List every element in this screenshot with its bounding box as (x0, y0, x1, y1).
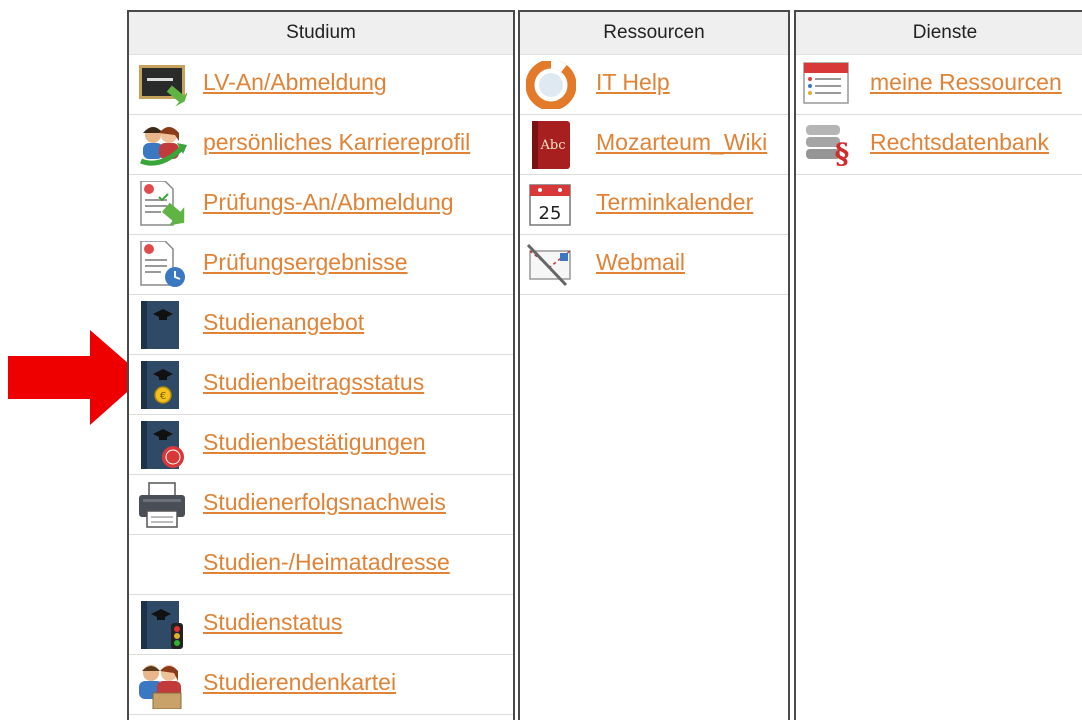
lv-registration-icon (139, 65, 187, 107)
list-item: Studienerfolgsnachweis (129, 475, 513, 535)
dienste-header: Dienste (796, 12, 1082, 55)
list-item: Prüfungsergebnisse (129, 235, 513, 295)
link-studienstatus[interactable]: Studienstatus (203, 609, 342, 636)
dictionary-book-icon: Abc (532, 121, 570, 169)
lifebuoy-icon (526, 61, 576, 109)
list-item: Studierendenkartei (129, 655, 513, 715)
study-status-traffic-light-icon (141, 601, 183, 649)
list-item: persönliches Karriereprofil (129, 115, 513, 175)
mail-pen-icon (526, 243, 571, 287)
exam-results-icon (140, 241, 185, 287)
study-offer-book-icon (141, 301, 179, 349)
student-records-icon (139, 665, 182, 709)
list-item: Abc Mozarteum_Wiki (520, 115, 788, 175)
link-terminkalender[interactable]: Terminkalender (596, 189, 753, 216)
link-webmail[interactable]: Webmail (596, 249, 685, 276)
study-confirmation-book-icon (141, 421, 184, 469)
list-item: Studien-/Heimatadresse (129, 535, 513, 595)
link-pruefungsergebnisse[interactable]: Prüfungsergebnisse (203, 249, 408, 276)
studium-column: Studium LV-An/Abmeldung persönliches Kar… (127, 10, 515, 720)
resource-list-icon (803, 62, 849, 104)
link-it-help[interactable]: IT Help (596, 69, 670, 96)
link-studienbeitragsstatus[interactable]: Studienbeitragsstatus (203, 369, 424, 396)
calendar-day: 25 (539, 203, 562, 224)
link-meine-ressourcen[interactable]: meine Ressourcen (870, 69, 1062, 96)
link-studienerfolgsnachweis[interactable]: Studienerfolgsnachweis (203, 489, 446, 516)
link-mozarteum-wiki[interactable]: Mozarteum_Wiki (596, 129, 767, 156)
list-item: Prüfungs-An/Abmeldung (129, 175, 513, 235)
calendar-icon: 25 (529, 184, 571, 226)
svg-text:§: § (835, 137, 850, 169)
link-studierendenkartei[interactable]: Studierendenkartei (203, 669, 396, 696)
list-item: § Rechtsdatenbank (796, 115, 1082, 175)
tuition-fee-book-icon: € (141, 361, 179, 409)
dienste-column: Dienste meine Ressourcen § Rechtsdatenba… (794, 10, 1082, 720)
exam-registration-icon (140, 181, 185, 226)
studium-header: Studium (129, 12, 513, 55)
ressourcen-column: Ressourcen IT Help Abc Mozarteum_Wiki 25… (518, 10, 790, 720)
link-rechtsdatenbank[interactable]: Rechtsdatenbank (870, 129, 1049, 156)
link-studien-heimatadresse[interactable]: Studien-/Heimatadresse (203, 549, 450, 576)
svg-text:Abc: Abc (540, 138, 566, 153)
list-item: IT Help (520, 55, 788, 115)
ressourcen-header: Ressourcen (520, 12, 788, 55)
list-item: meine Ressourcen (796, 55, 1082, 115)
career-profile-icon (140, 127, 187, 166)
list-item: 25 Terminkalender (520, 175, 788, 235)
list-item: Studienbestätigungen (129, 415, 513, 475)
svg-text:€: € (160, 391, 166, 402)
link-karriereprofil[interactable]: persönliches Karriereprofil (203, 129, 470, 156)
list-item: LV-An/Abmeldung (129, 55, 513, 115)
list-item: € Studienbeitragsstatus (129, 355, 513, 415)
list-item: Webmail (520, 235, 788, 295)
link-studienbestaetigungen[interactable]: Studienbestätigungen (203, 429, 426, 456)
red-arrow-icon (8, 330, 144, 425)
list-item: Studienstatus (129, 595, 513, 655)
legal-database-icon: § (806, 125, 850, 169)
link-studienangebot[interactable]: Studienangebot (203, 309, 364, 336)
printer-icon (139, 482, 185, 528)
list-item: Studienangebot (129, 295, 513, 355)
link-lv-an-abmeldung[interactable]: LV-An/Abmeldung (203, 69, 387, 96)
link-pruefungs-an-abmeldung[interactable]: Prüfungs-An/Abmeldung (203, 189, 454, 216)
